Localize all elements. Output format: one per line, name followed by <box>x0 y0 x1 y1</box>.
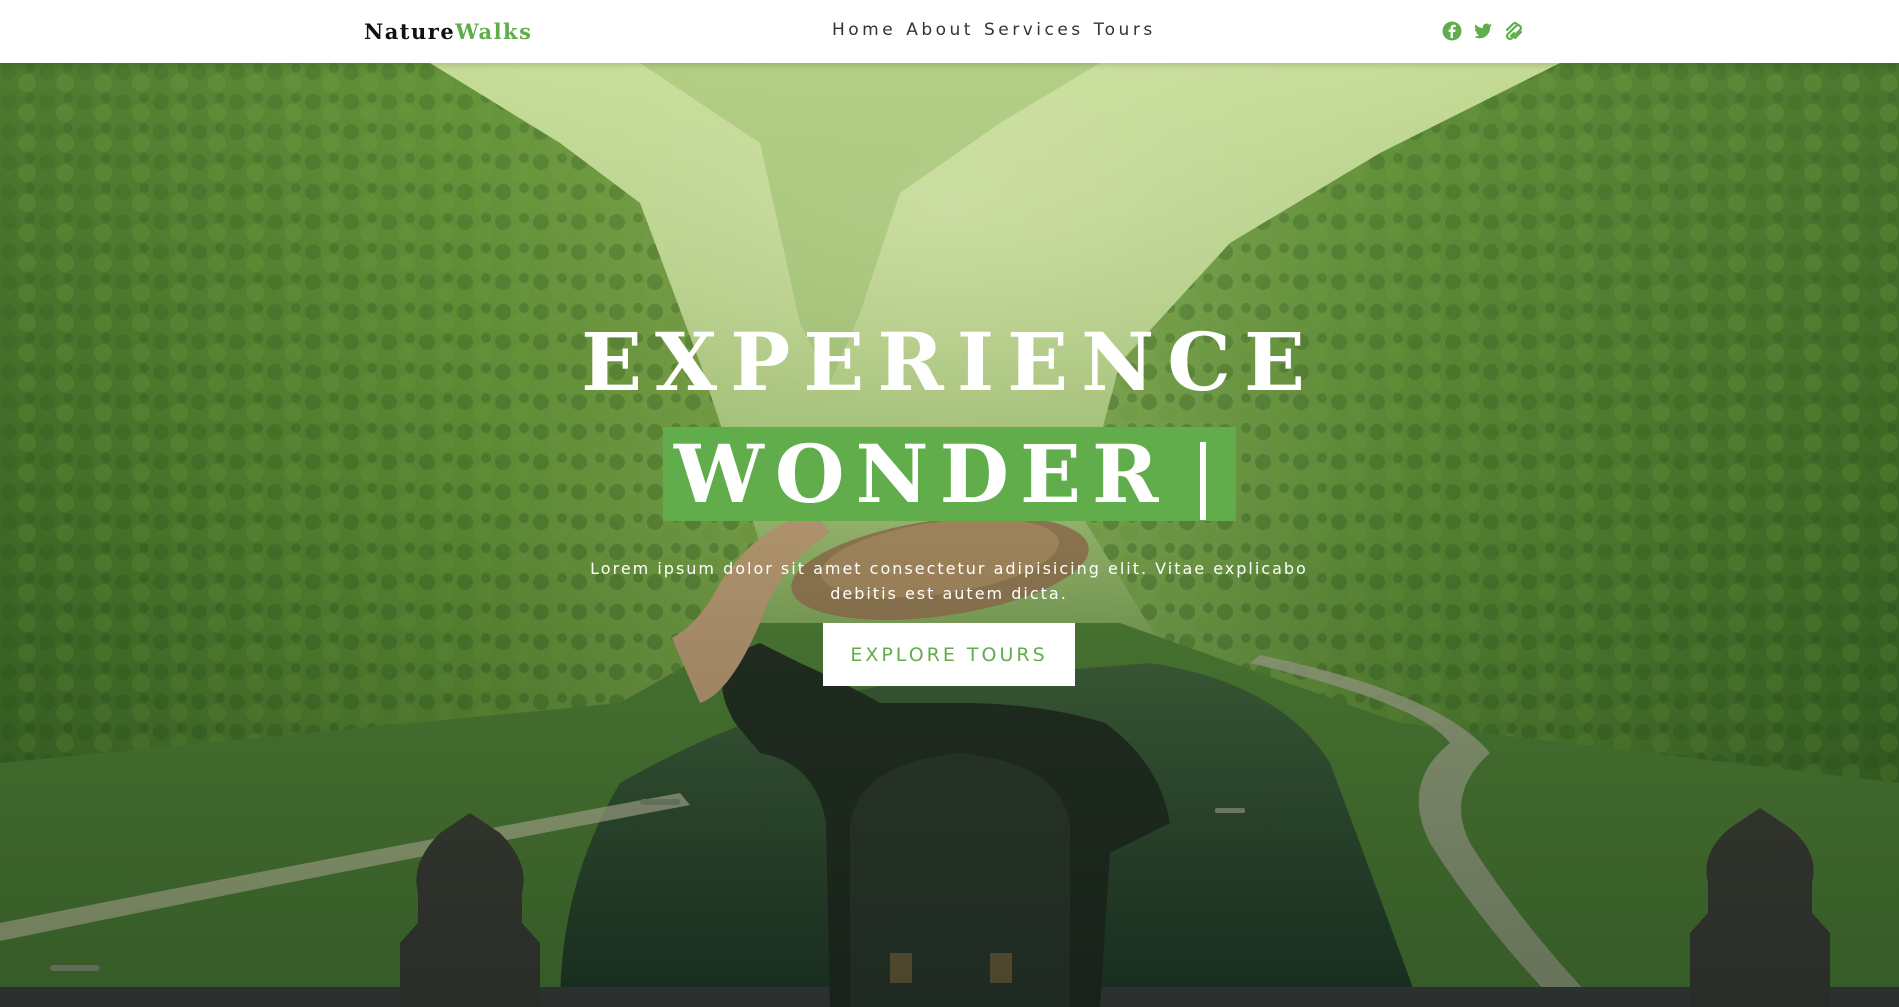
nav-link-tours[interactable]: Tours <box>1094 20 1156 40</box>
typing-cursor <box>1200 442 1206 520</box>
top-navbar: NatureWalks Home About Services Tours <box>0 0 1899 63</box>
nav-link-home[interactable]: Home <box>832 20 896 40</box>
site-logo[interactable]: NatureWalks <box>364 19 532 44</box>
hero-section <box>0 63 1899 1007</box>
main-nav: Home About Services Tours <box>832 20 1156 40</box>
hero-overlay <box>0 63 1899 1007</box>
explore-tours-button[interactable]: EXPLORE TOURS <box>823 623 1075 686</box>
logo-accent: Walks <box>455 19 533 44</box>
hero-title: EXPERIENCE <box>581 315 1318 409</box>
nav-link-about[interactable]: About <box>906 20 974 40</box>
twitter-icon[interactable] <box>1473 21 1493 41</box>
nav-link-services[interactable]: Services <box>984 20 1084 40</box>
hero-description: Lorem ipsum dolor sit amet consectetur a… <box>590 559 1308 603</box>
facebook-icon[interactable] <box>1442 21 1462 41</box>
squarespace-icon[interactable] <box>1504 21 1524 41</box>
logo-primary: Nature <box>364 19 456 44</box>
social-links <box>1442 21 1524 41</box>
typed-word: WONDER <box>674 427 1170 521</box>
